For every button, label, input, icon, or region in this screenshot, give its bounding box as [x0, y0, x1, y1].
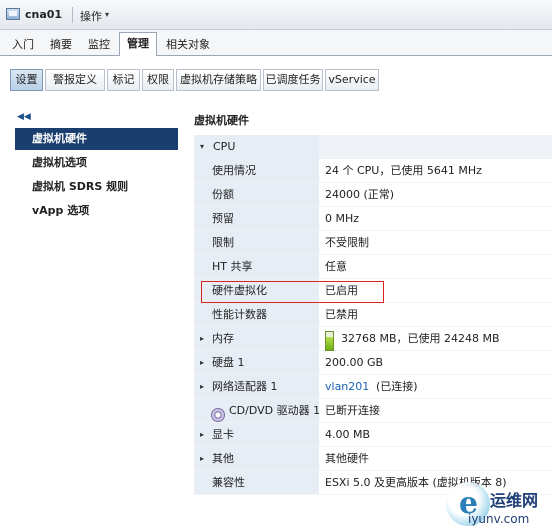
chevron-right-icon[interactable]: ▸ — [200, 351, 204, 375]
video-card-value: 4.00 MB — [325, 428, 371, 441]
section-title: 虚拟机硬件 — [194, 114, 249, 127]
tab-monitor[interactable]: 监控 — [88, 36, 110, 52]
vm-icon — [6, 8, 20, 20]
chevron-right-icon[interactable]: ▸ — [200, 375, 204, 399]
cpu-limit-row: 限制 不受限制 — [194, 231, 552, 255]
cpu-header-row[interactable]: ▾ CPU — [194, 135, 552, 159]
cpu-limit-value: 不受限制 — [325, 236, 369, 249]
video-card-row[interactable]: ▸ 显卡 4.00 MB — [194, 423, 552, 447]
subtab-permissions[interactable]: 权限 — [142, 69, 174, 91]
hardware-virtualization-label: 硬件虚拟化 — [212, 284, 267, 297]
vm-name: cna01 — [25, 8, 63, 21]
cpu-limit-label: 限制 — [212, 236, 234, 249]
cd-dvd-icon — [211, 408, 225, 422]
cd-dvd-label: CD/DVD 驱动器 1 — [229, 404, 321, 417]
performance-counters-label: 性能计数器 — [212, 308, 267, 321]
compatibility-label: 兼容性 — [212, 476, 245, 489]
cpu-shares-row: 份额 24000 (正常) — [194, 183, 552, 207]
performance-counters-row: 性能计数器 已禁用 — [194, 303, 552, 327]
subtab-vm-storage-policies[interactable]: 虚拟机存储策略 — [176, 69, 261, 91]
network-link[interactable]: vlan201 — [325, 375, 369, 399]
cpu-reservation-value: 0 MHz — [325, 212, 360, 225]
chevron-down-icon[interactable]: ▾ — [200, 135, 204, 159]
subtab-settings[interactable]: 设置 — [10, 69, 43, 91]
hard-disk-label: 硬盘 1 — [212, 356, 245, 369]
ht-sharing-value: 任意 — [325, 260, 347, 273]
hardware-virtualization-value: 已启用 — [325, 284, 358, 297]
actions-menu-button[interactable]: 操作 — [80, 8, 102, 24]
cpu-reservation-label: 预留 — [212, 212, 234, 225]
watermark-name: 运维网 — [490, 491, 539, 510]
other-label: 其他 — [212, 452, 234, 465]
performance-counters-value: 已禁用 — [325, 308, 358, 321]
other-row[interactable]: ▸ 其他 其他硬件 — [194, 447, 552, 471]
nav-item-vm-sdrs-rules[interactable]: 虚拟机 SDRS 规则 — [15, 176, 178, 198]
ht-sharing-row: HT 共享 任意 — [194, 255, 552, 279]
video-card-label: 显卡 — [212, 428, 234, 441]
cpu-shares-value: 24000 (正常) — [325, 188, 395, 201]
cd-dvd-row[interactable]: CD/DVD 驱动器 1 已断开连接 — [194, 399, 552, 423]
network-status: (已连接) — [376, 380, 418, 393]
nav-item-vapp-options[interactable]: vApp 选项 — [15, 200, 178, 222]
chevron-right-icon[interactable]: ▸ — [200, 327, 204, 351]
subtab-alarm-definitions[interactable]: 警报定义 — [45, 69, 105, 91]
chevron-down-icon[interactable]: ▾ — [105, 10, 109, 19]
network-adapter-label: 网络适配器 1 — [212, 380, 278, 393]
other-value: 其他硬件 — [325, 452, 369, 465]
watermark-url: iyunv.com — [468, 512, 530, 526]
hardware-virtualization-row: 硬件虚拟化 已启用 — [194, 279, 552, 303]
memory-row[interactable]: ▸ 内存 32768 MB，已使用 24248 MB — [194, 327, 552, 351]
cpu-shares-label: 份额 — [212, 188, 234, 201]
cpu-usage-value: 24 个 CPU，已使用 5641 MHz — [325, 164, 482, 177]
subtab-tags[interactable]: 标记 — [107, 69, 140, 91]
tab-summary[interactable]: 摘要 — [50, 36, 72, 52]
cpu-usage-label: 使用情况 — [212, 164, 256, 177]
hard-disk-value: 200.00 GB — [325, 356, 384, 369]
tab-getting-started[interactable]: 入门 — [12, 36, 34, 52]
tab-manage[interactable]: 管理 — [119, 32, 157, 56]
network-adapter-row[interactable]: ▸ 网络适配器 1 vlan201 (已连接) — [194, 375, 552, 399]
cpu-label: CPU — [213, 140, 236, 153]
chevron-right-icon[interactable]: ▸ — [200, 447, 204, 471]
double-chevron-left-icon[interactable]: ◀◀ — [17, 112, 31, 122]
tab-related-objects[interactable]: 相关对象 — [166, 36, 210, 52]
subtab-scheduled-tasks[interactable]: 已调度任务 — [263, 69, 323, 91]
nav-item-vm-hardware[interactable]: 虚拟机硬件 — [15, 128, 178, 150]
memory-usage-gauge — [325, 331, 334, 351]
hard-disk-row[interactable]: ▸ 硬盘 1 200.00 GB — [194, 351, 552, 375]
cpu-usage-row: 使用情况 24 个 CPU，已使用 5641 MHz — [194, 159, 552, 183]
memory-usage-gauge-fill — [326, 336, 333, 350]
memory-value: 32768 MB，已使用 24248 MB — [341, 332, 500, 345]
cd-dvd-value: 已断开连接 — [325, 404, 380, 417]
ht-sharing-label: HT 共享 — [212, 260, 253, 273]
memory-label: 内存 — [212, 332, 234, 345]
main-tab-bar: 入门 摘要 监控 管理 相关对象 — [0, 30, 552, 56]
object-title-bar: cna01 操作 ▾ — [0, 0, 552, 30]
cpu-reservation-row: 预留 0 MHz — [194, 207, 552, 231]
nav-item-vm-options[interactable]: 虚拟机选项 — [15, 152, 178, 174]
title-separator — [72, 7, 73, 23]
chevron-right-icon[interactable]: ▸ — [200, 423, 204, 447]
subtab-vservice[interactable]: vService — [325, 69, 379, 91]
